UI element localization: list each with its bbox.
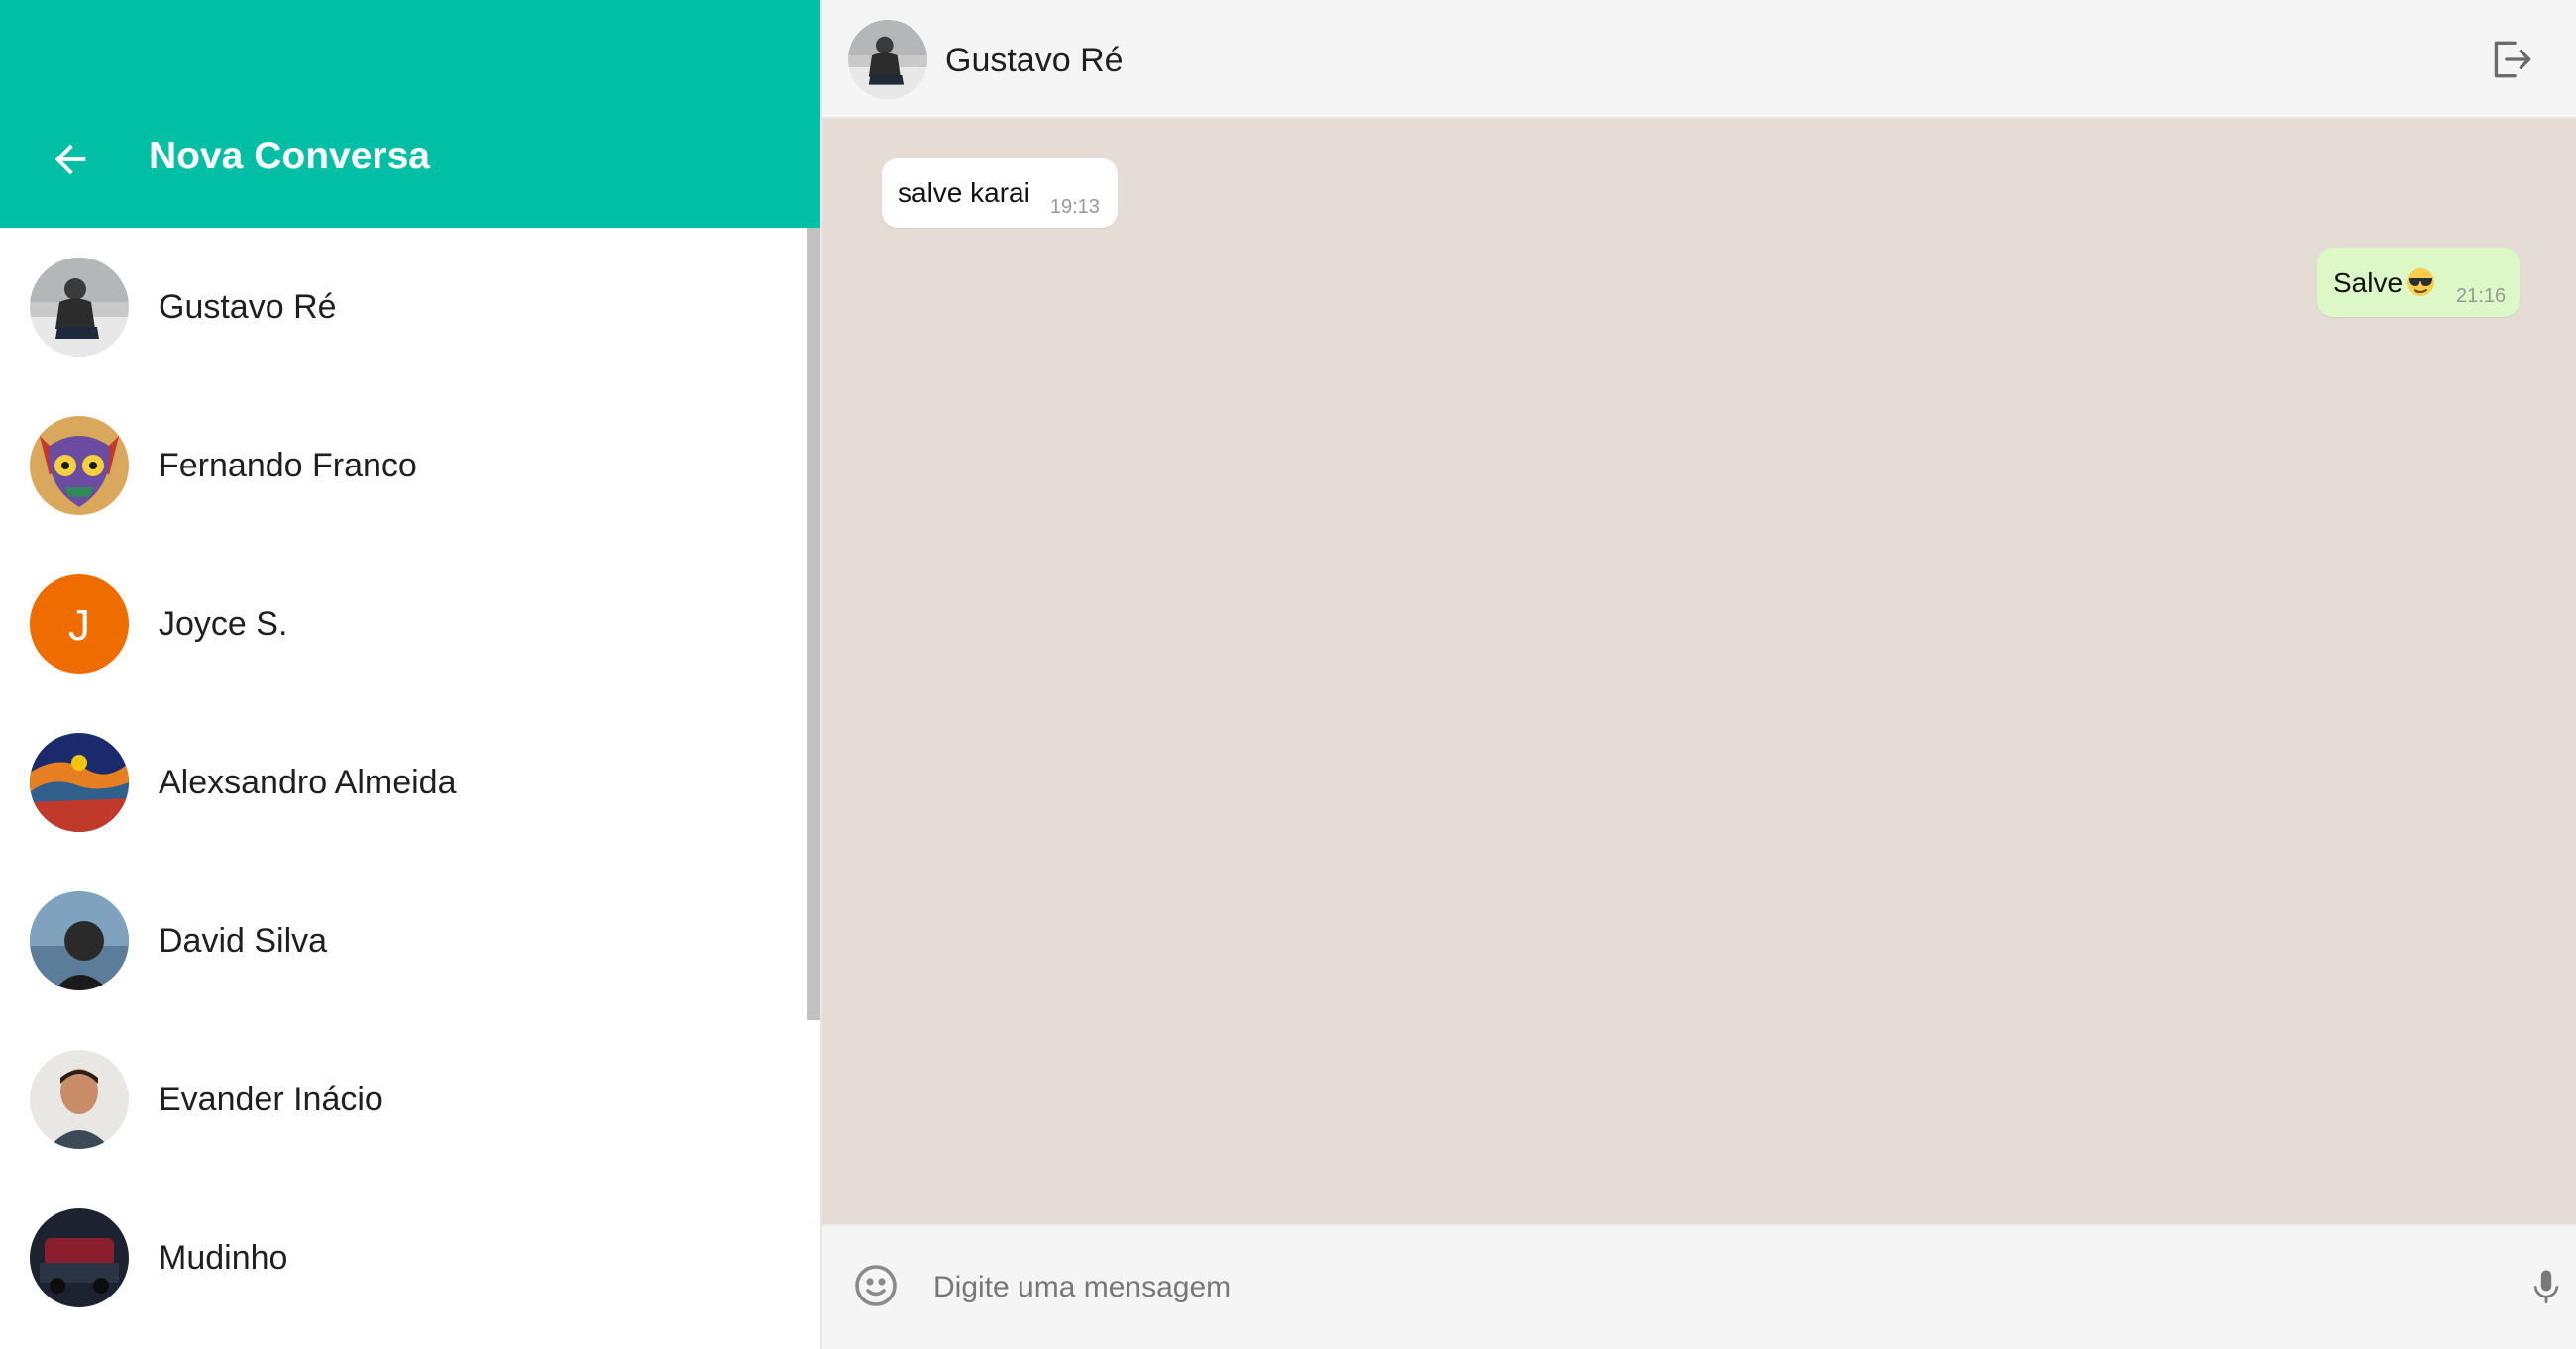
message-text-content: Salve [2333,266,2404,298]
incoming-message: salve karai 19:13 [882,158,1118,228]
contact-name: Alexsandro Almeida [159,763,457,801]
avatar [30,416,129,515]
contact-item[interactable]: J Joyce S. [0,545,803,703]
avatar-initial: J [68,601,90,650]
smiley-icon [855,1265,897,1306]
sidebar-title: Nova Conversa [149,135,430,177]
contact-name: Mudinho [159,1238,288,1277]
arrow-left-icon [54,144,86,175]
message-time: 19:13 [1049,195,1100,218]
contact-item[interactable]: Evander Inácio [0,1020,803,1179]
contact-list: Gustavo Ré Fernando Franco J Joyce S. Al… [0,228,820,1349]
contact-name: Gustavo Ré [159,287,337,326]
avatar[interactable] [848,20,927,99]
emoji-button[interactable] [852,1262,906,1315]
contact-item[interactable]: Gustavo Ré [0,228,803,386]
microphone-icon [2533,1270,2559,1303]
sidebar-scrollbar[interactable] [807,228,820,1020]
chat-contact-name: Gustavo Ré [945,42,1124,79]
contact-name: Joyce S. [159,604,288,643]
message-text: Salve [2333,266,2436,299]
contact-name: David Silva [159,921,328,960]
contact-name: Fernando Franco [159,446,417,484]
avatar [30,733,129,832]
message-time: 21:16 [2456,284,2507,307]
contact-item[interactable]: Alexsandro Almeida [0,703,803,862]
message-list: salve karai 19:13 Salve 21:16 [822,119,2576,1224]
chat-panel: Gustavo Ré salve karai 19:13 Salve 21:16… [822,0,2576,1349]
avatar [30,1050,129,1149]
contact-item[interactable]: Mudinho [0,1179,803,1337]
outgoing-message: Salve 21:16 [2317,248,2521,317]
message-input[interactable] [933,1252,2419,1323]
avatar [30,258,129,357]
message-text: salve karai [898,177,1030,208]
contact-name: Evander Inácio [159,1080,383,1118]
message-composer [822,1224,2576,1349]
microphone-button[interactable] [2519,1260,2574,1315]
chat-header: Gustavo Ré [822,0,2576,119]
avatar: J [30,574,129,674]
avatar [30,891,129,990]
logout-button[interactable] [2483,32,2538,87]
new-conversation-panel: Nova Conversa Gustavo Ré Fernando Franco… [0,0,822,1349]
contact-item[interactable]: David Silva [0,862,803,1020]
app: Nova Conversa Gustavo Ré Fernando Franco… [0,0,2576,1349]
logout-icon [2494,41,2531,78]
sunglasses-emoji-icon [2407,267,2435,296]
avatar [30,1208,129,1307]
sidebar-header: Nova Conversa [0,0,820,228]
contact-item[interactable]: Fernando Franco [0,386,803,545]
back-button[interactable] [38,127,103,192]
